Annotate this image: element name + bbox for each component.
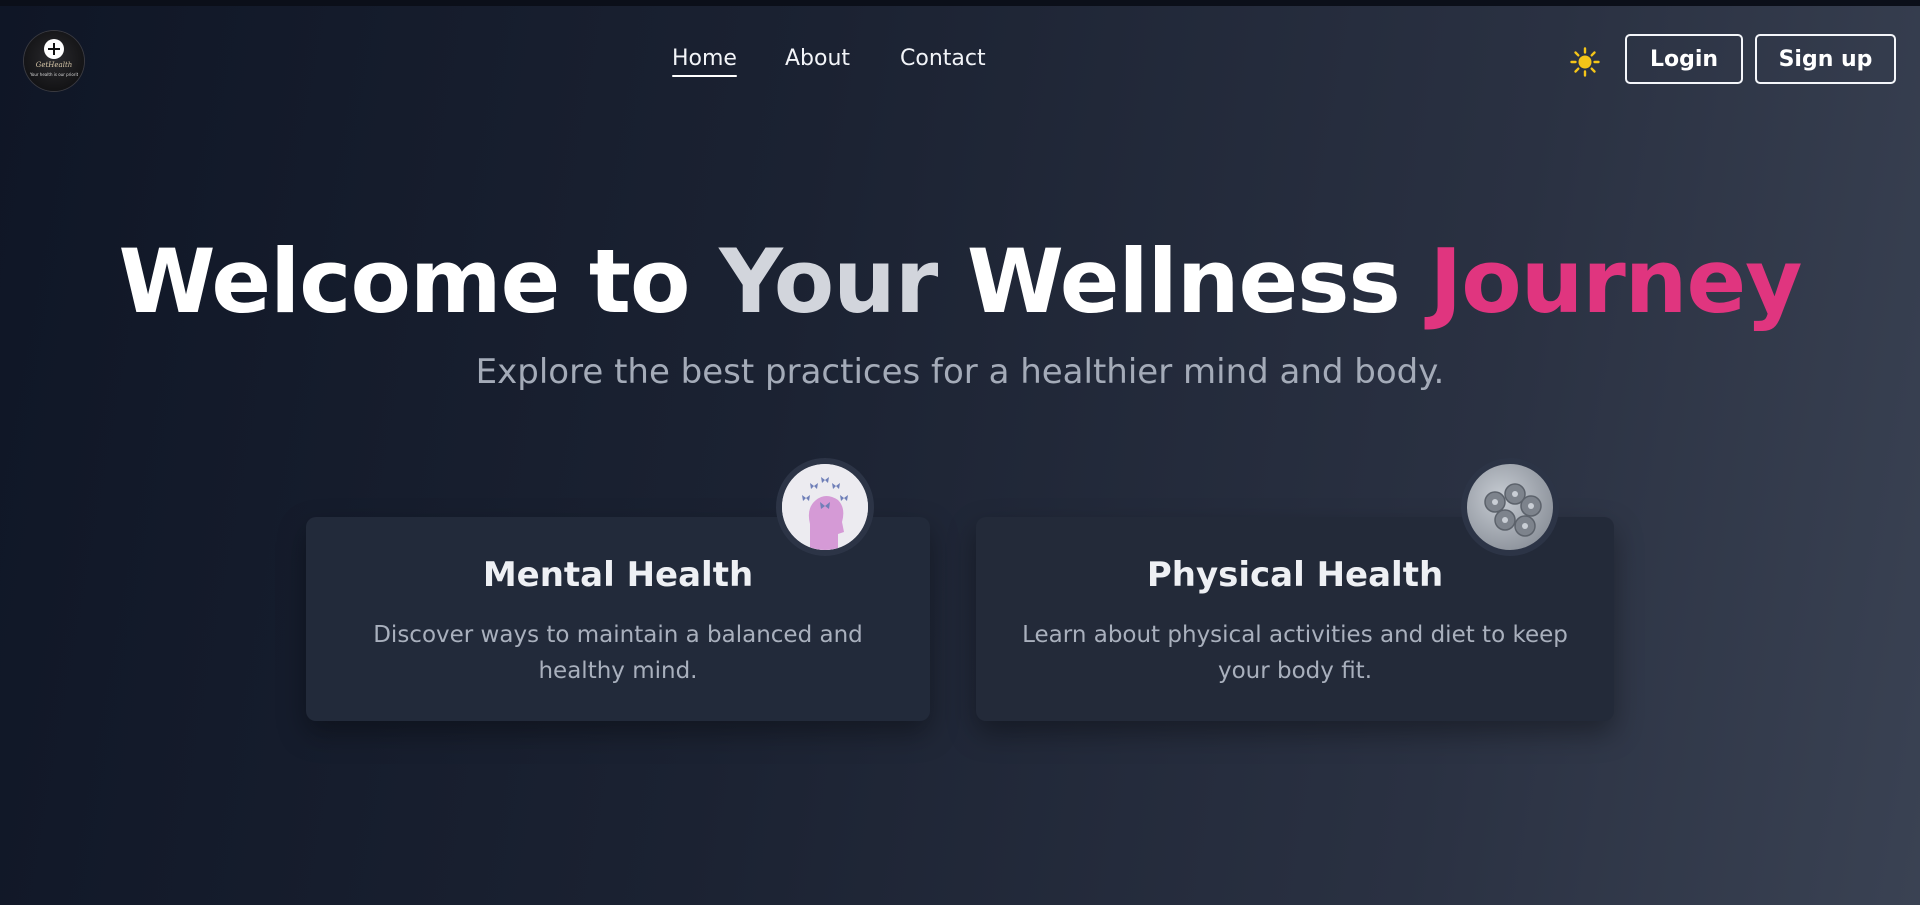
site-logo[interactable]: GetHealth Your health is our priority — [24, 31, 84, 91]
head-with-butterflies-icon — [776, 458, 874, 556]
medical-plus-icon — [44, 39, 64, 59]
hero-title-accent: Journey — [1429, 230, 1803, 333]
logo-script-text: GetHealth — [35, 61, 73, 69]
nav-link-about[interactable]: About — [785, 46, 850, 71]
card-title: Physical Health — [1146, 555, 1444, 595]
login-button[interactable]: Login — [1625, 34, 1743, 84]
nav-link-contact[interactable]: Contact — [900, 46, 986, 71]
card-title: Mental Health — [482, 555, 754, 595]
hero-title-part-2: Your — [719, 230, 938, 333]
hero-title: Welcome to Your Wellness Journey — [0, 230, 1920, 333]
sun-icon[interactable] — [1570, 47, 1600, 77]
card-description: Learn about physical activities and diet… — [1022, 622, 1568, 684]
hero-subtitle: Explore the best practices for a healthi… — [475, 352, 1445, 392]
nav-link-home[interactable]: Home — [672, 46, 737, 77]
top-border — [0, 0, 1920, 6]
card-description: Discover ways to maintain a balanced and… — [373, 622, 863, 684]
weight-plates-icon — [1461, 458, 1559, 556]
signup-button[interactable]: Sign up — [1755, 34, 1896, 84]
logo-tagline: Your health is our priority — [30, 72, 78, 77]
hero-title-part-3: Wellness — [966, 230, 1401, 333]
hero-title-part-1: Welcome to — [118, 230, 691, 333]
